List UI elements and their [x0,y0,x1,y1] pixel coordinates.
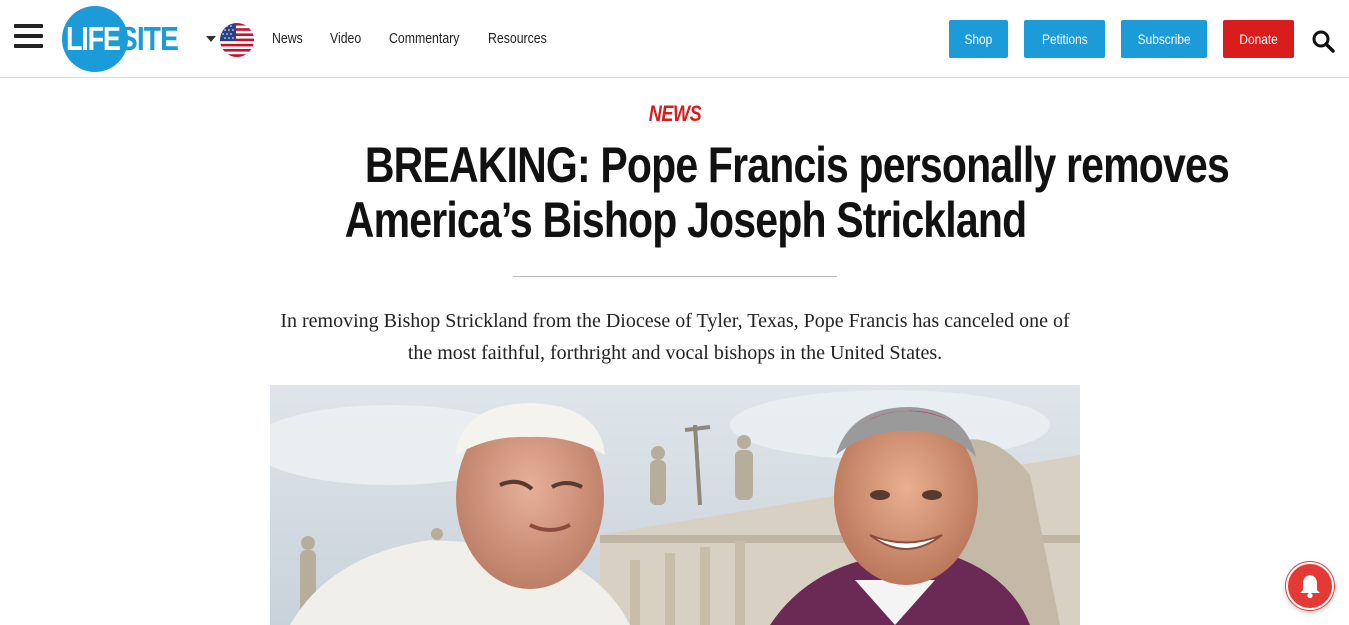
nav-video[interactable]: Video [330,28,365,50]
title-line-2: America’s Bishop Joseph Strickland [344,192,1027,248]
region-selector[interactable] [206,22,256,57]
article-title: BREAKING: Pope Francis personally remove… [270,138,1230,248]
search-icon[interactable] [1311,29,1335,53]
kicker-label: NEWS [648,101,701,126]
title-line-1: BREAKING: Pope Francis personally remove… [364,137,1230,193]
hero-image [270,385,1080,625]
subscribe-button[interactable]: Subscribe [1121,20,1207,58]
nav-news[interactable]: News [272,28,306,50]
nav-resources[interactable]: Resources [488,28,547,50]
site-header: LIFE SITE News Video Commentary Resource… [0,0,1349,78]
caret-down-icon [206,36,216,42]
article-kicker[interactable]: NEWS [0,101,1349,127]
menu-icon[interactable] [14,24,44,52]
logo-text-life: LIFE [66,20,121,57]
shop-button[interactable]: Shop [949,20,1008,58]
main-nav: News Video Commentary Resources [272,28,574,50]
subscribe-button-label: Subscribe [1137,31,1191,47]
shop-button-label: Shop [964,31,993,47]
petitions-button-label: Petitions [1041,31,1088,47]
donate-button-label: Donate [1239,31,1278,47]
title-divider [513,276,837,277]
petitions-button[interactable]: Petitions [1024,20,1105,58]
logo-text-site: SITE [119,20,179,57]
us-flag-icon [220,23,254,57]
site-logo[interactable]: LIFE SITE [62,6,192,72]
article-dek: In removing Bishop Strickland from the D… [280,310,1070,364]
nav-commentary[interactable]: Commentary [389,28,459,50]
donate-button[interactable]: Donate [1223,20,1294,58]
bell-icon[interactable] [1286,562,1334,610]
